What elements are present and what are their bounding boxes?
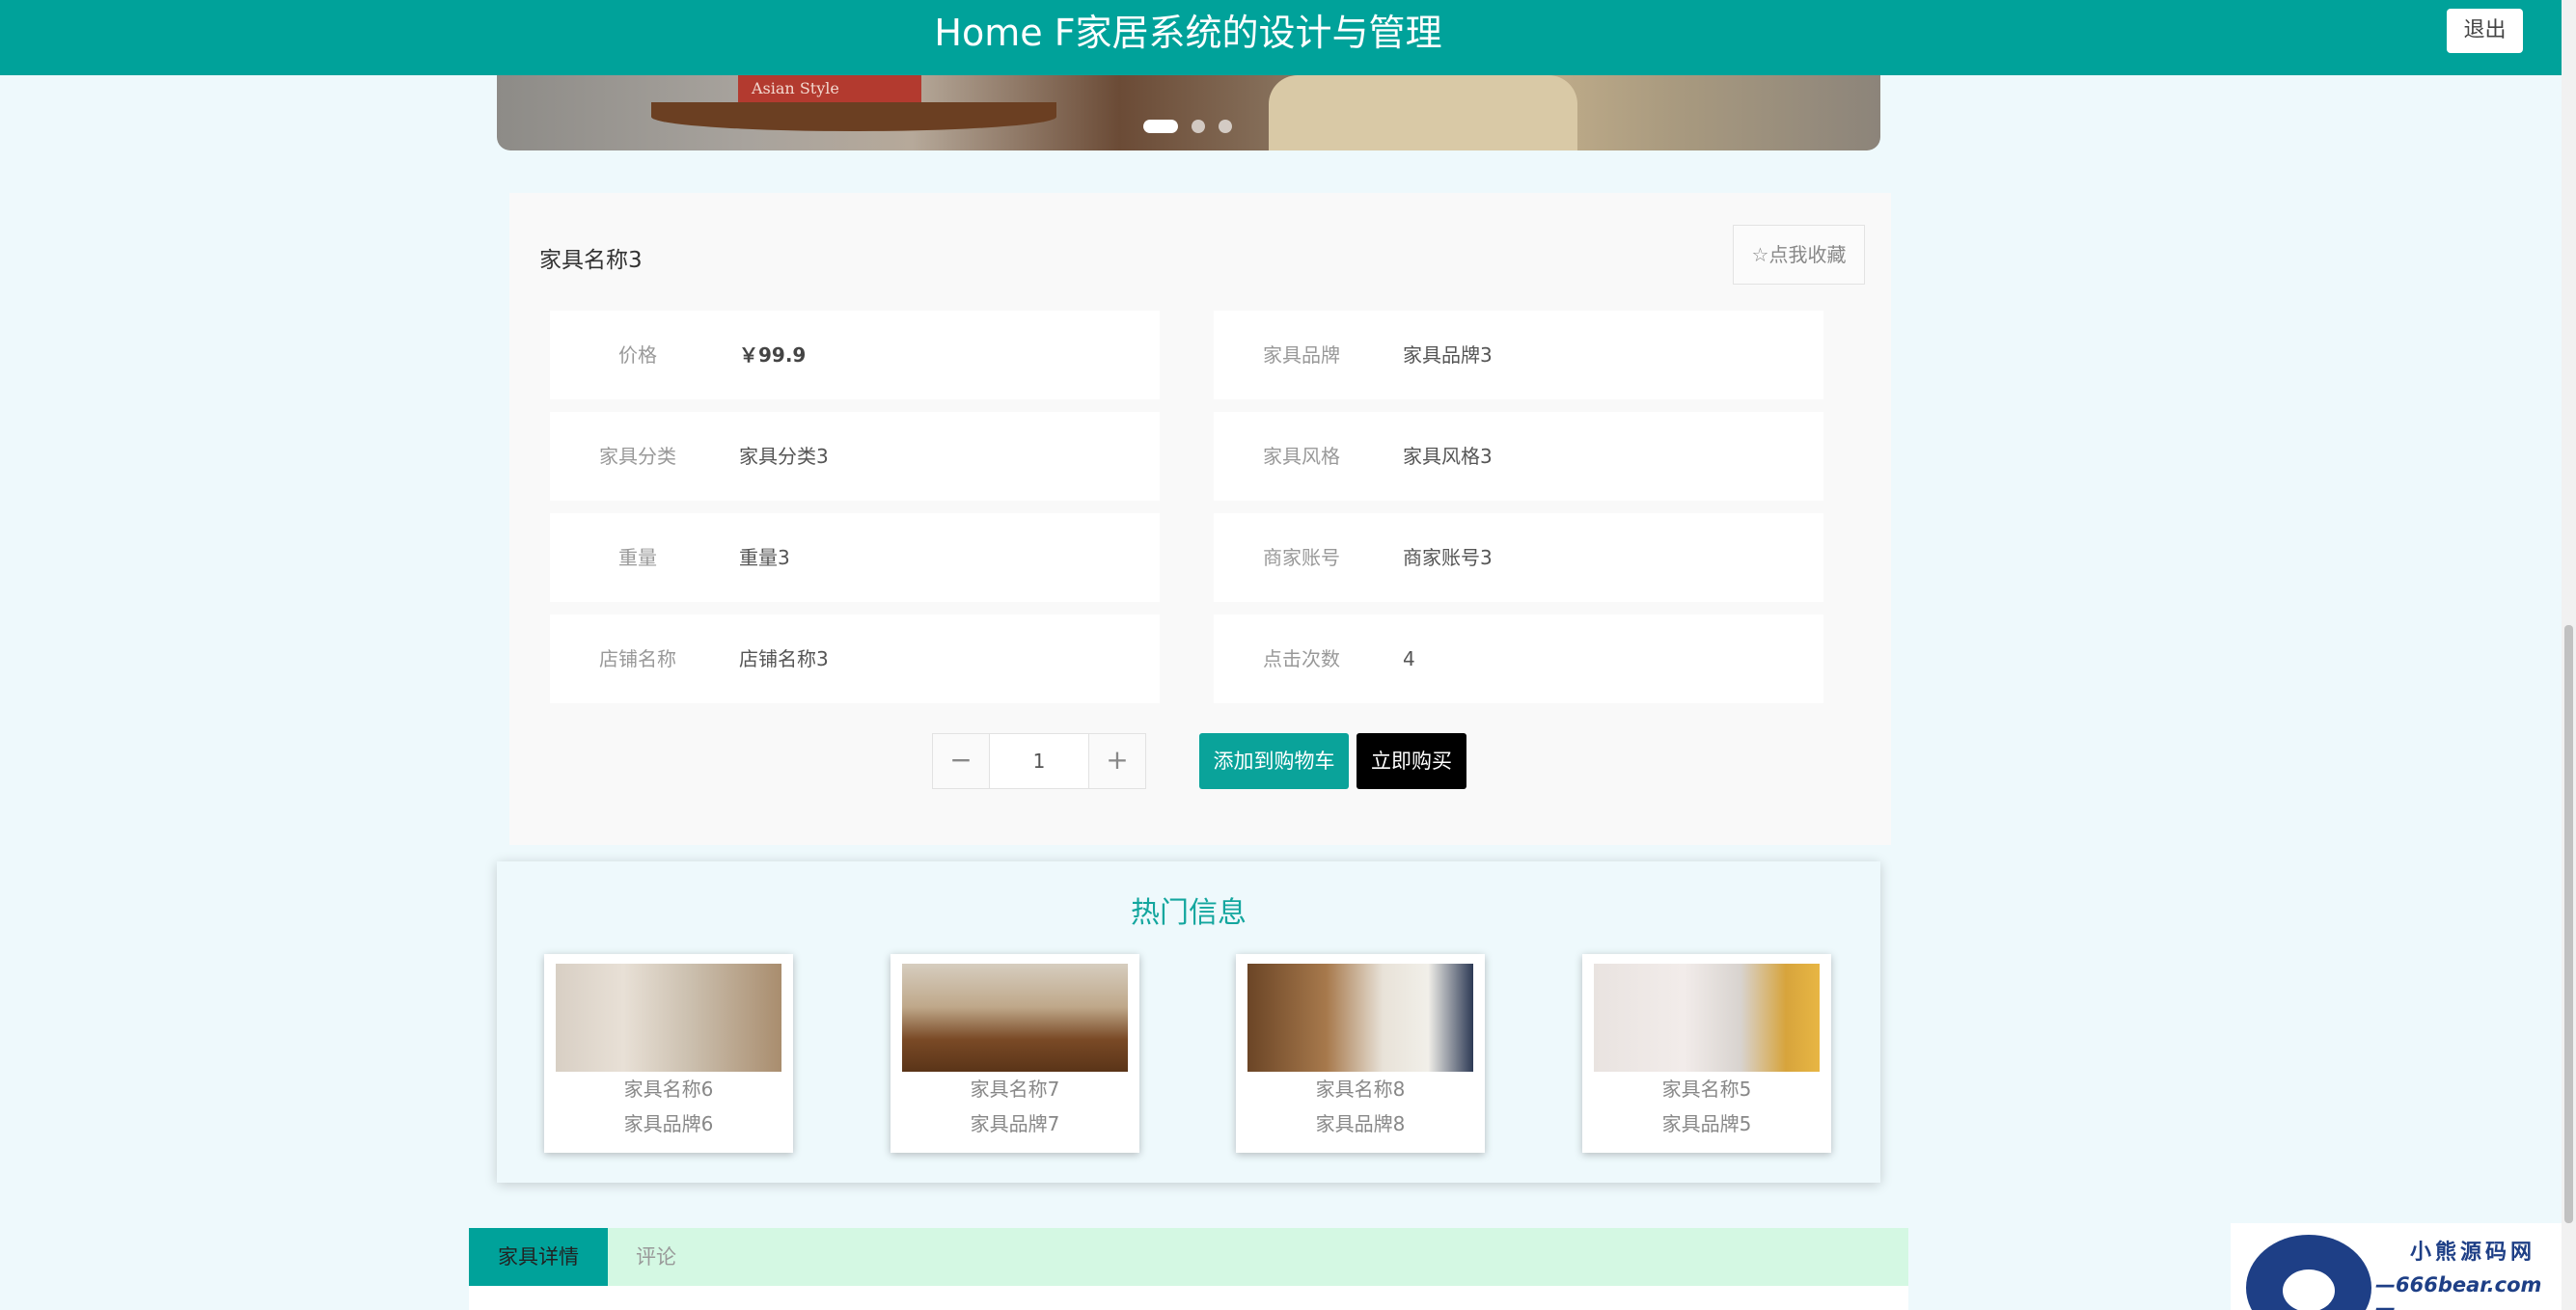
info-value: ￥99.9 — [739, 343, 807, 367]
quantity-input[interactable]: 1 — [990, 734, 1088, 788]
buy-now-button[interactable]: 立即购买 — [1357, 733, 1466, 789]
info-label: 家具品牌 — [1263, 343, 1340, 367]
detail-tabs: 家具详情 评论 — [469, 1228, 1908, 1286]
product-detail-card: 家具名称3 ☆点我收藏 价格 ￥99.9 家具品牌 家具品牌3 家具分类 家具分… — [509, 193, 1891, 845]
info-label: 商家账号 — [1263, 546, 1340, 569]
quantity-increase-button[interactable]: + — [1088, 734, 1145, 788]
info-label: 店铺名称 — [599, 647, 676, 670]
tab-content — [469, 1286, 1908, 1310]
hot-item[interactable]: 家具名称5 家具品牌5 — [1582, 954, 1831, 1153]
info-cell-weight: 重量 重量3 — [550, 513, 1160, 602]
info-label: 家具分类 — [599, 445, 676, 468]
hot-item-name: 家具名称5 — [1661, 1078, 1752, 1101]
quantity-stepper: − 1 + — [932, 733, 1146, 789]
hot-item-brand: 家具品牌5 — [1661, 1112, 1752, 1135]
info-label: 家具风格 — [1263, 445, 1340, 468]
carousel-dot-3[interactable] — [1219, 120, 1232, 133]
add-to-cart-button[interactable]: 添加到购物车 — [1199, 733, 1349, 789]
hot-item-brand: 家具品牌8 — [1315, 1112, 1406, 1135]
tab-comments[interactable]: 评论 — [608, 1228, 704, 1286]
top-header: Home F家居系统的设计与管理 退出 — [0, 0, 2562, 75]
hot-info-section: 热门信息 家具名称6 家具品牌6 家具名称7 家具品牌7 家具名称8 家具品牌8… — [497, 861, 1880, 1183]
scrollbar-thumb[interactable] — [2564, 625, 2573, 1223]
info-label: 重量 — [618, 546, 657, 569]
info-value: 家具分类3 — [739, 445, 829, 468]
info-label: 价格 — [618, 343, 657, 367]
hot-item-image — [556, 964, 781, 1072]
info-value: 重量3 — [739, 546, 790, 569]
info-value: 家具风格3 — [1403, 445, 1493, 468]
info-value: 商家账号3 — [1403, 546, 1493, 569]
info-cell-category: 家具分类 家具分类3 — [550, 412, 1160, 501]
hot-item-image — [902, 964, 1128, 1072]
scrollbar[interactable] — [2562, 0, 2576, 1310]
banner-carousel: Asian Style — [497, 75, 1880, 150]
hot-item-name: 家具名称6 — [623, 1078, 714, 1101]
info-value: 店铺名称3 — [739, 647, 829, 670]
hot-item-brand: 家具品牌7 — [970, 1112, 1060, 1135]
logout-button[interactable]: 退出 — [2447, 9, 2523, 53]
hot-item-image — [1247, 964, 1473, 1072]
hot-item-name: 家具名称8 — [1315, 1078, 1406, 1101]
info-cell-brand: 家具品牌 家具品牌3 — [1214, 311, 1823, 399]
watermark-line-2: —666bear.com— — [2375, 1273, 2542, 1310]
bear-icon — [2246, 1235, 2371, 1310]
favorite-button[interactable]: ☆点我收藏 — [1733, 225, 1865, 285]
watermark-line-1: 小熊源码网 — [2410, 1241, 2536, 1265]
quantity-decrease-button[interactable]: − — [933, 734, 990, 788]
hot-item[interactable]: 家具名称6 家具品牌6 — [544, 954, 793, 1153]
hot-info-title: 热门信息 — [1131, 896, 1247, 930]
banner-cushion — [1269, 75, 1577, 150]
info-value: 家具品牌3 — [1403, 343, 1493, 367]
hot-item-name: 家具名称7 — [970, 1078, 1060, 1101]
banner-tray — [651, 102, 1056, 131]
hot-item-brand: 家具品牌6 — [623, 1112, 714, 1135]
banner-book-text: Asian Style — [752, 79, 839, 97]
info-cell-merchant: 商家账号 商家账号3 — [1214, 513, 1823, 602]
hot-item[interactable]: 家具名称7 家具品牌7 — [891, 954, 1139, 1153]
carousel-indicators — [1143, 120, 1232, 133]
banner-book: Asian Style — [738, 75, 921, 102]
hot-item-image — [1594, 964, 1820, 1072]
info-cell-price: 价格 ￥99.9 — [550, 311, 1160, 399]
hot-item[interactable]: 家具名称8 家具品牌8 — [1236, 954, 1485, 1153]
carousel-dot-2[interactable] — [1192, 120, 1205, 133]
info-label: 点击次数 — [1263, 647, 1340, 670]
info-value: 4 — [1403, 647, 1415, 670]
site-title: Home F家居系统的设计与管理 — [934, 12, 1442, 54]
info-cell-clicks: 点击次数 4 — [1214, 614, 1823, 703]
tab-furniture-detail[interactable]: 家具详情 — [469, 1228, 608, 1286]
carousel-dot-1[interactable] — [1143, 120, 1178, 133]
info-cell-style: 家具风格 家具风格3 — [1214, 412, 1823, 501]
info-cell-shop: 店铺名称 店铺名称3 — [550, 614, 1160, 703]
product-name: 家具名称3 — [539, 248, 643, 273]
watermark-logo: 小熊源码网 —666bear.com— — [2231, 1223, 2562, 1310]
